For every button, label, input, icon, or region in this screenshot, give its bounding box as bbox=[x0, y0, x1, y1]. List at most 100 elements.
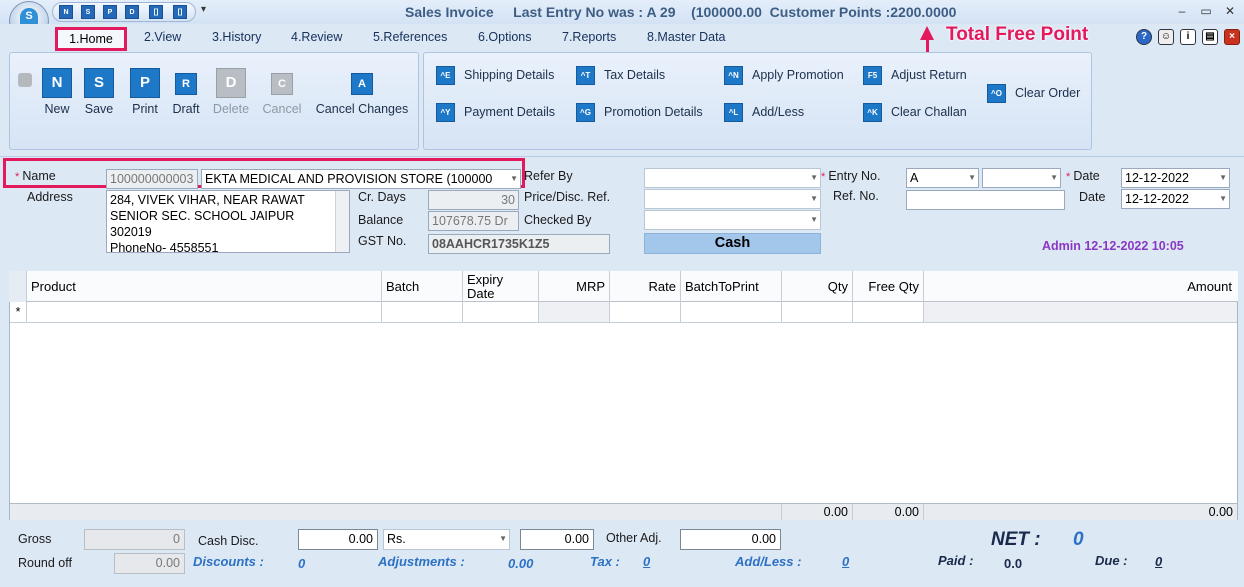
chevron-down-icon[interactable]: ▼ bbox=[810, 169, 818, 187]
cash-disc-amount-input[interactable]: 0.00 bbox=[520, 529, 594, 550]
delete-button[interactable]: D Delete bbox=[211, 68, 251, 116]
cash-button[interactable]: Cash bbox=[644, 233, 821, 254]
quick-new-icon[interactable]: N bbox=[59, 5, 73, 19]
new-row-mrp-cell[interactable] bbox=[539, 302, 610, 323]
date2-label: Date bbox=[1079, 190, 1106, 204]
tab-reports[interactable]: 7.Reports bbox=[562, 30, 616, 44]
col-mrp[interactable]: MRP bbox=[539, 271, 610, 302]
payment-details-icon: ^Y bbox=[436, 103, 455, 122]
grid-corner[interactable] bbox=[9, 271, 27, 302]
print-button[interactable]: P Print bbox=[128, 68, 162, 116]
new-row-expiry-cell[interactable] bbox=[463, 302, 539, 323]
cr-days-field[interactable]: 30 bbox=[428, 190, 519, 210]
new-row-qty-cell[interactable] bbox=[782, 302, 853, 323]
promotion-details-icon: ^G bbox=[576, 103, 595, 122]
exit-icon[interactable]: × bbox=[1224, 29, 1240, 45]
quick-window-icon[interactable]: [] bbox=[149, 5, 163, 19]
adjustments-label: Adjustments : bbox=[378, 554, 465, 569]
quick-window-icon-2[interactable]: [] bbox=[173, 5, 187, 19]
refer-by-select[interactable]: ▼ bbox=[644, 168, 821, 188]
ref-no-input[interactable] bbox=[906, 190, 1065, 210]
adjust-return-button[interactable]: F5 Adjust Return bbox=[863, 66, 967, 85]
clear-order-button[interactable]: ^O Clear Order bbox=[987, 84, 1080, 103]
close-icon[interactable]: ✕ bbox=[1223, 4, 1237, 18]
tab-review[interactable]: 4.Review bbox=[291, 30, 342, 44]
tab-master-data[interactable]: 8.Master Data bbox=[647, 30, 726, 44]
cancel-button[interactable]: C Cancel bbox=[262, 68, 302, 116]
col-qty[interactable]: Qty bbox=[782, 271, 853, 302]
new-row-product-cell[interactable] bbox=[27, 302, 382, 323]
new-row-free-qty-cell[interactable] bbox=[853, 302, 924, 323]
adjustments-value: 0.00 bbox=[508, 556, 534, 571]
other-adj-label: Other Adj. bbox=[606, 531, 662, 545]
tax-value-link[interactable]: 0 bbox=[643, 554, 650, 569]
chevron-down-icon[interactable]: ▼ bbox=[510, 170, 518, 188]
col-amount[interactable]: Amount bbox=[924, 271, 1236, 302]
new-row-batch-cell[interactable] bbox=[382, 302, 463, 323]
chevron-down-icon[interactable]: ▼ bbox=[1050, 169, 1058, 187]
chevron-down-icon[interactable]: ▼ bbox=[810, 190, 818, 208]
draft-button[interactable]: R Draft bbox=[170, 68, 202, 116]
col-batch[interactable]: Batch bbox=[382, 271, 463, 302]
adjust-return-icon: F5 bbox=[863, 66, 882, 85]
col-expiry-date[interactable]: Expiry Date bbox=[463, 271, 539, 302]
chevron-down-icon[interactable]: ▼ bbox=[499, 530, 507, 548]
quick-save-icon[interactable]: S bbox=[81, 5, 95, 19]
customer-code-field[interactable]: 100000000003 bbox=[106, 169, 198, 189]
gst-field: 08AAHCR1735K1Z5 bbox=[428, 234, 610, 254]
col-free-qty[interactable]: Free Qty bbox=[853, 271, 924, 302]
tab-home[interactable]: 1.Home bbox=[55, 27, 127, 51]
chevron-down-icon[interactable]: ▼ bbox=[1219, 169, 1227, 187]
help-icon[interactable]: ? bbox=[1136, 29, 1152, 45]
cash-disc-input[interactable]: 0.00 bbox=[298, 529, 378, 550]
total-free-point-annotation: Total Free Point bbox=[946, 24, 1089, 45]
entry-series-select[interactable]: A ▼ bbox=[906, 168, 979, 188]
chevron-down-icon[interactable]: ▼ bbox=[810, 211, 818, 229]
minimize-icon[interactable]: – bbox=[1175, 4, 1189, 18]
support-icon[interactable]: ☺ bbox=[1158, 29, 1174, 45]
address-textarea[interactable]: 284, VIVEK VIHAR, NEAR RAWAT SENIOR SEC.… bbox=[106, 190, 350, 253]
add-less-button[interactable]: ^L Add/Less bbox=[724, 103, 804, 122]
calculator-icon[interactable]: ▤ bbox=[1202, 29, 1218, 45]
date-picker[interactable]: 12-12-2022 ▼ bbox=[1121, 168, 1230, 188]
quick-access-dropdown-icon[interactable]: ▾ bbox=[201, 4, 206, 15]
entry-number-select[interactable]: ▼ bbox=[982, 168, 1061, 188]
col-batch-to-print[interactable]: BatchToPrint bbox=[681, 271, 782, 302]
quick-print-icon[interactable]: P bbox=[103, 5, 117, 19]
clear-challan-button[interactable]: ^K Clear Challan bbox=[863, 103, 967, 122]
checked-by-select[interactable]: ▼ bbox=[644, 210, 821, 230]
info-icon[interactable]: i bbox=[1180, 29, 1196, 45]
col-rate[interactable]: Rate bbox=[610, 271, 681, 302]
new-row-marker: * bbox=[10, 302, 27, 323]
name-label: * Name bbox=[15, 169, 56, 183]
tab-options[interactable]: 6.Options bbox=[478, 30, 532, 44]
apply-promotion-button[interactable]: ^N Apply Promotion bbox=[724, 66, 844, 85]
save-button[interactable]: S Save bbox=[82, 68, 116, 116]
shipping-details-button[interactable]: ^E Shipping Details bbox=[436, 66, 554, 85]
other-adj-input[interactable]: 0.00 bbox=[680, 529, 781, 550]
tax-details-button[interactable]: ^T Tax Details bbox=[576, 66, 665, 85]
quick-delete-icon[interactable]: D bbox=[125, 5, 139, 19]
chevron-down-icon[interactable]: ▼ bbox=[1219, 190, 1227, 208]
maximize-icon[interactable]: ▭ bbox=[1199, 4, 1213, 18]
customer-name-combo[interactable]: EKTA MEDICAL AND PROVISION STORE (100000… bbox=[201, 169, 521, 189]
chevron-down-icon[interactable]: ▼ bbox=[968, 169, 976, 187]
due-value-link[interactable]: 0 bbox=[1155, 554, 1162, 569]
address-scrollbar[interactable] bbox=[335, 191, 349, 252]
tab-history[interactable]: 3.History bbox=[212, 30, 261, 44]
ref-date-picker[interactable]: 12-12-2022 ▼ bbox=[1121, 189, 1230, 209]
tab-view[interactable]: 2.View bbox=[144, 30, 181, 44]
new-button[interactable]: N New bbox=[40, 68, 74, 116]
add-less-value-link[interactable]: 0 bbox=[842, 554, 849, 569]
col-product[interactable]: Product bbox=[27, 271, 382, 302]
promotion-details-button[interactable]: ^G Promotion Details bbox=[576, 103, 703, 122]
new-row-rate-cell[interactable] bbox=[610, 302, 681, 323]
new-row-batch-to-print-cell[interactable] bbox=[681, 302, 782, 323]
payment-details-button[interactable]: ^Y Payment Details bbox=[436, 103, 555, 122]
cash-disc-unit-select[interactable]: Rs. ▼ bbox=[383, 529, 510, 550]
new-row-amount-cell bbox=[924, 302, 1237, 323]
cancel-changes-button[interactable]: A Cancel Changes bbox=[314, 68, 410, 116]
price-disc-ref-select[interactable]: ▼ bbox=[644, 189, 821, 209]
tab-references[interactable]: 5.References bbox=[373, 30, 447, 44]
cr-days-label: Cr. Days bbox=[358, 190, 406, 204]
